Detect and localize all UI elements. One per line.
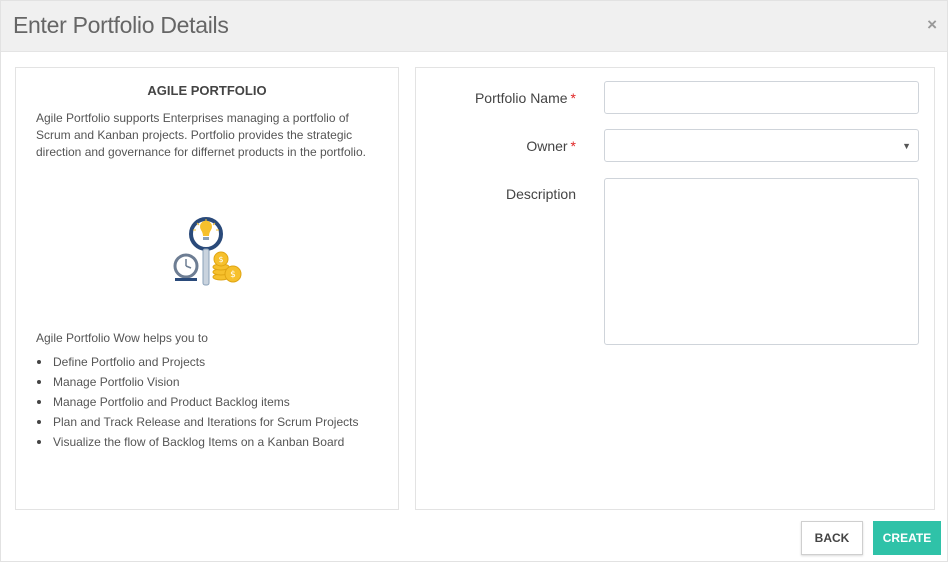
svg-text:$: $ [218,255,223,264]
create-button[interactable]: CREATE [873,521,941,555]
feature-text: Visualize the flow of Backlog Items on a… [53,435,345,449]
info-heading: AGILE PORTFOLIO [147,83,267,98]
description-label-text: Description [505,186,576,202]
form-panel: Portfolio Name * Owner * ▼ Description [415,67,935,510]
info-description: Agile Portfolio supports Enterprises man… [36,111,366,159]
owner-label: Owner * [416,138,576,154]
owner-select[interactable]: ▼ [604,129,919,162]
bullet-icon [37,360,41,364]
feature-item: Manage Portfolio and Product Backlog ite… [36,392,358,412]
info-panel: AGILE PORTFOLIO Agile Portfolio supports… [15,67,399,510]
feature-text: Define Portfolio and Projects [53,355,206,369]
bullet-icon [37,440,41,444]
description-label: Description [416,186,576,202]
dropdown-arrow-icon: ▼ [902,141,911,151]
feature-item: Manage Portfolio Vision [36,372,358,392]
bullet-icon [37,420,41,424]
feature-item: Plan and Track Release and Iterations fo… [36,412,358,432]
features-list: Define Portfolio and Projects Manage Por… [36,352,358,452]
owner-label-text: Owner [526,138,568,154]
feature-item: Visualize the flow of Backlog Items on a… [36,432,358,452]
required-marker: * [570,90,576,106]
bullet-icon [37,380,41,384]
portfolio-illustration-icon: $ $ [173,217,242,286]
features-intro: Agile Portfolio Wow helps you to [36,331,208,345]
back-button[interactable]: BACK [801,521,863,555]
portfolio-name-input[interactable] [604,81,919,114]
svg-text:$: $ [230,270,236,280]
description-textarea[interactable] [604,178,919,345]
portfolio-name-label-text: Portfolio Name [474,90,568,106]
feature-text: Plan and Track Release and Iterations fo… [53,415,359,429]
required-marker: * [570,138,576,154]
portfolio-dialog: Enter Portfolio Details × AGILE PORTFOLI… [0,0,948,562]
close-icon[interactable]: × [927,15,937,35]
portfolio-name-label: Portfolio Name * [416,90,576,106]
feature-text: Manage Portfolio and Product Backlog ite… [53,395,290,409]
feature-item: Define Portfolio and Projects [36,352,358,372]
dialog-header: Enter Portfolio Details × [1,1,947,52]
bullet-icon [37,400,41,404]
dialog-title: Enter Portfolio Details [13,12,229,38]
feature-text: Manage Portfolio Vision [53,375,180,389]
